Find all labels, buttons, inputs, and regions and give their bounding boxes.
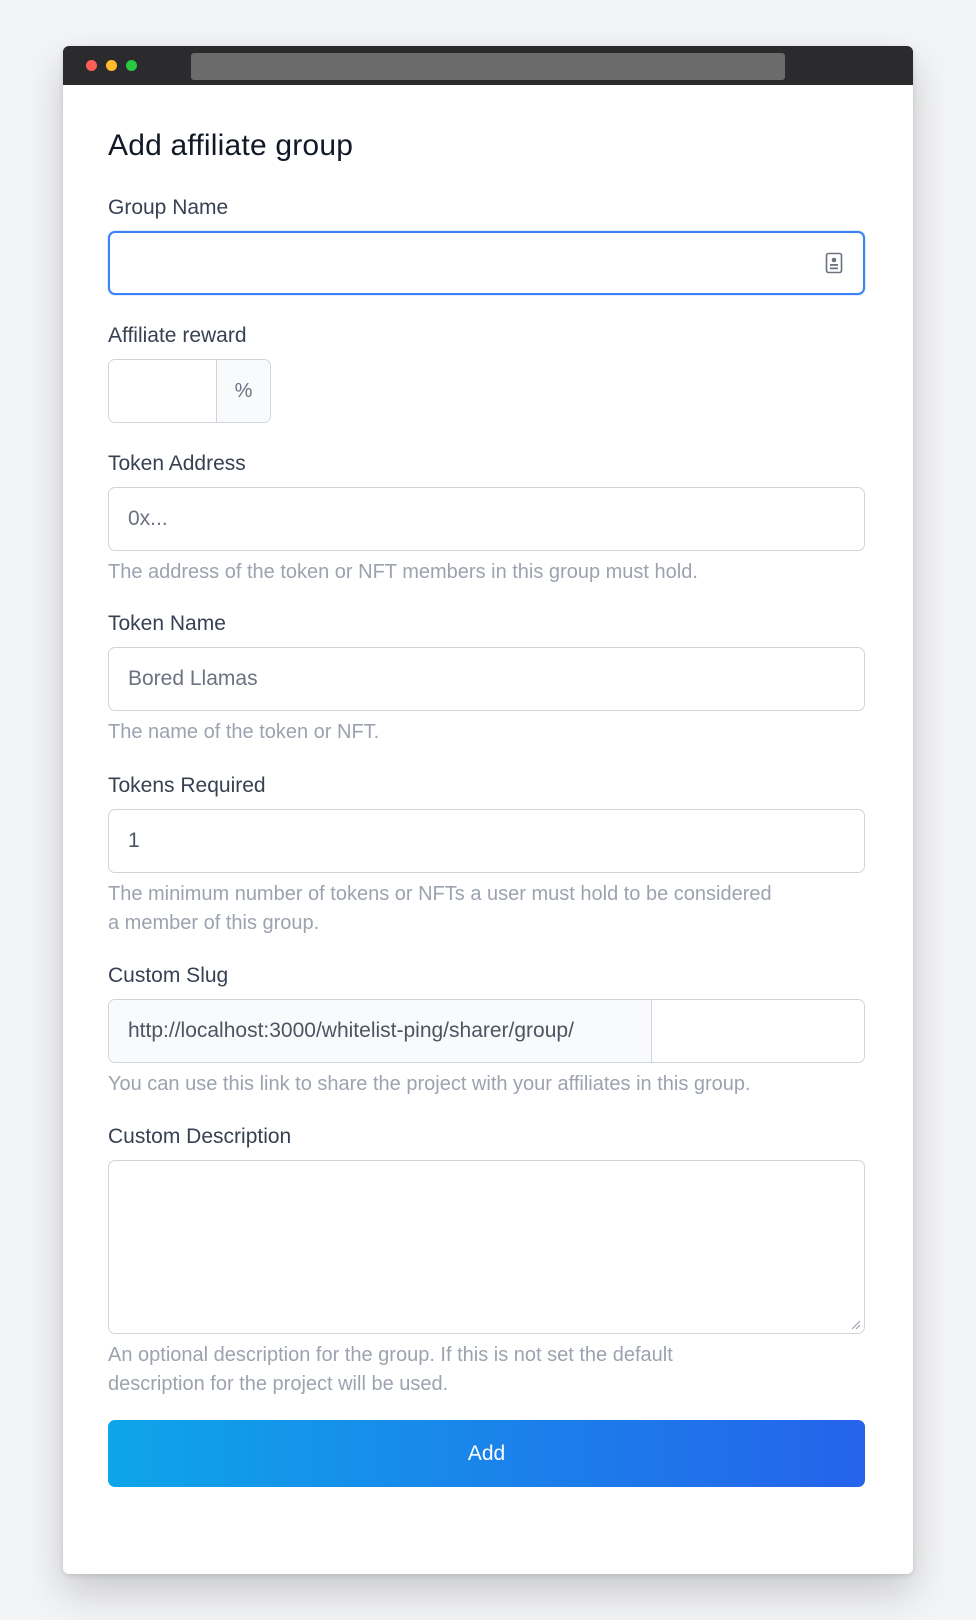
browser-window: Add affiliate group Group Name Affiliate… bbox=[63, 46, 913, 1574]
affiliate-reward-group: % bbox=[108, 359, 271, 423]
custom-description-help-line2: description for the project will be used… bbox=[108, 1373, 449, 1395]
tokens-required-help-line2: a member of this group. bbox=[108, 912, 320, 934]
resize-handle-icon[interactable] bbox=[849, 1318, 861, 1330]
token-name-help: The name of the token or NFT. bbox=[108, 721, 380, 743]
group-name-input[interactable] bbox=[108, 231, 865, 295]
custom-description-textarea[interactable] bbox=[108, 1160, 865, 1334]
token-address-help: The address of the token or NFT members … bbox=[108, 561, 698, 583]
custom-description-help-line1: An optional description for the group. I… bbox=[108, 1344, 673, 1366]
token-address-placeholder: 0x... bbox=[128, 507, 168, 530]
token-name-placeholder: Bored Llamas bbox=[128, 667, 258, 690]
maximize-window-button[interactable] bbox=[126, 60, 137, 71]
window-titlebar bbox=[63, 46, 913, 85]
address-bar[interactable] bbox=[191, 53, 785, 80]
slug-url-prefix: http://localhost:3000/whitelist-ping/sha… bbox=[109, 1000, 652, 1062]
tokens-required-help-line1: The minimum number of tokens or NFTs a u… bbox=[108, 883, 772, 905]
add-button[interactable]: Add bbox=[108, 1420, 865, 1487]
page-title: Add affiliate group bbox=[108, 129, 354, 162]
custom-slug-help: You can use this link to share the proje… bbox=[108, 1073, 751, 1095]
token-address-input[interactable]: 0x... bbox=[108, 487, 865, 551]
token-name-input[interactable]: Bored Llamas bbox=[108, 647, 865, 711]
traffic-lights bbox=[86, 60, 137, 71]
close-window-button[interactable] bbox=[86, 60, 97, 71]
custom-slug-input[interactable] bbox=[652, 1000, 864, 1062]
affiliate-reward-label: Affiliate reward bbox=[108, 324, 247, 347]
minimize-window-button[interactable] bbox=[106, 60, 117, 71]
tokens-required-label: Tokens Required bbox=[108, 774, 266, 797]
custom-slug-label: Custom Slug bbox=[108, 964, 229, 987]
affiliate-reward-input[interactable] bbox=[109, 360, 216, 422]
group-name-label: Group Name bbox=[108, 196, 229, 219]
custom-description-label: Custom Description bbox=[108, 1125, 292, 1148]
contact-card-icon[interactable] bbox=[825, 252, 843, 274]
tokens-required-value: 1 bbox=[128, 829, 140, 852]
custom-slug-group: http://localhost:3000/whitelist-ping/sha… bbox=[108, 999, 865, 1063]
token-name-label: Token Name bbox=[108, 612, 226, 635]
token-address-label: Token Address bbox=[108, 452, 246, 475]
percent-suffix: % bbox=[216, 360, 270, 422]
tokens-required-input[interactable]: 1 bbox=[108, 809, 865, 873]
form-container: Add affiliate group Group Name Affiliate… bbox=[63, 129, 913, 1487]
